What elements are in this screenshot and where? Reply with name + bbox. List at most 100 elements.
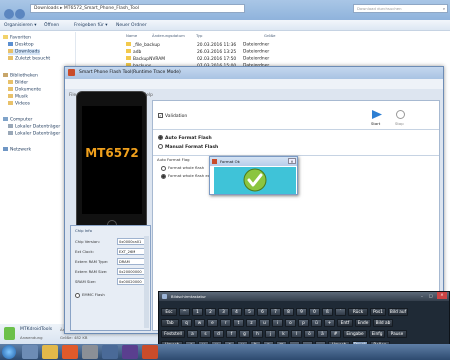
key-0-5[interactable]: 4 xyxy=(231,308,242,316)
address-bar[interactable]: Downloads ▸ MT6572_Smart_Phone_Flash_Too… xyxy=(30,4,245,13)
key-2-7[interactable]: j xyxy=(265,330,276,338)
key-2-6[interactable]: h xyxy=(252,330,263,338)
key-1-8[interactable]: i xyxy=(272,319,283,327)
key-2-11[interactable]: ä xyxy=(317,330,328,338)
open-button[interactable]: Öffnen xyxy=(44,23,59,28)
sidebar-item-videos[interactable]: Videos xyxy=(8,101,30,107)
sidebar-item-drive-d[interactable]: Lokaler Datenträger xyxy=(8,131,60,137)
key-0-1[interactable]: ^ xyxy=(179,308,190,316)
key-1-15[interactable]: Bild ab xyxy=(373,319,393,327)
taskbar-flashtool-icon[interactable] xyxy=(142,345,158,359)
new-folder-button[interactable]: Neuer Ordner xyxy=(116,23,147,28)
close-button[interactable]: ✕ xyxy=(437,292,447,299)
col-type[interactable]: Typ xyxy=(196,33,202,38)
maximize-button[interactable]: □ xyxy=(429,293,433,298)
breadcrumb-folder[interactable]: MT6572_Smart_Phone_Flash_Tool xyxy=(64,6,139,11)
key-1-6[interactable]: z xyxy=(246,319,257,327)
stop-button[interactable]: Stop xyxy=(393,110,409,128)
key-2-3[interactable]: d xyxy=(213,330,224,338)
key-0-8[interactable]: 7 xyxy=(270,308,281,316)
key-2-12[interactable]: # xyxy=(330,330,341,338)
key-2-10[interactable]: ö xyxy=(304,330,315,338)
key-1-7[interactable]: u xyxy=(259,319,270,327)
taskbar-app-icon[interactable] xyxy=(122,345,138,359)
sidebar-item-desktop[interactable]: Desktop xyxy=(8,42,34,48)
key-0-14[interactable]: Rück xyxy=(348,308,368,316)
chip-scrollbar[interactable] xyxy=(144,236,149,328)
key-1-4[interactable]: r xyxy=(220,319,231,327)
key-1-13[interactable]: Entf xyxy=(337,319,353,327)
key-0-6[interactable]: 5 xyxy=(244,308,255,316)
taskbar-explorer-icon[interactable] xyxy=(42,345,58,359)
forward-icon[interactable] xyxy=(15,9,25,19)
key-0-9[interactable]: 8 xyxy=(283,308,294,316)
auto-format-radio[interactable]: Auto Format Flash xyxy=(158,135,212,141)
file-row[interactable]: _file_backup 20.03.2016 11:36 Dateiordner xyxy=(126,42,269,48)
back-icon[interactable] xyxy=(4,9,14,19)
minimize-button[interactable]: – xyxy=(421,293,423,298)
key-0-0[interactable]: Esc xyxy=(161,308,177,316)
close-button[interactable]: ✕ xyxy=(288,158,296,164)
key-1-11[interactable]: ü xyxy=(311,319,322,327)
key-2-2[interactable]: s xyxy=(200,330,211,338)
sidebar-computer[interactable]: Computer xyxy=(3,117,32,123)
osk-titlebar[interactable]: Bildschirmtastatur – □ ✕ xyxy=(159,292,449,301)
start-orb-icon[interactable] xyxy=(2,345,16,359)
key-0-11[interactable]: 0 xyxy=(309,308,320,316)
key-2-14[interactable]: Einfg xyxy=(369,330,385,338)
key-1-9[interactable]: o xyxy=(285,319,296,327)
key-2-9[interactable]: l xyxy=(291,330,302,338)
key-2-13[interactable]: Eingabe xyxy=(343,330,367,338)
key-0-3[interactable]: 2 xyxy=(205,308,216,316)
sidebar-item-documents[interactable]: Dokumente xyxy=(8,87,41,93)
col-date[interactable]: Änderungsdatum xyxy=(152,33,185,38)
share-button[interactable]: Freigeben für ▾ xyxy=(74,23,108,28)
key-0-7[interactable]: 6 xyxy=(257,308,268,316)
col-name[interactable]: Name xyxy=(126,33,137,38)
taskbar-app-icon[interactable] xyxy=(82,345,98,359)
flash-tool-titlebar[interactable]: Smart Phone Flash Tool(Runtime Trace Mod… xyxy=(65,67,443,79)
key-1-12[interactable]: + xyxy=(324,319,335,327)
key-2-5[interactable]: g xyxy=(239,330,250,338)
sidebar-item-downloads[interactable]: Downloads xyxy=(8,49,40,55)
organize-button[interactable]: Organisieren ▾ xyxy=(4,23,36,28)
key-1-0[interactable]: Tab xyxy=(161,319,179,327)
key-0-12[interactable]: ß xyxy=(322,308,333,316)
breadcrumb-downloads[interactable]: Downloads xyxy=(34,6,59,11)
sidebar-item-recent[interactable]: Zuletzt besucht xyxy=(8,56,50,62)
flag-whole-flash-radio[interactable]: Format whole flash xyxy=(161,165,204,171)
key-0-4[interactable]: 3 xyxy=(218,308,229,316)
file-row[interactable]: adb 26.03.2016 13:25 Dateiordner xyxy=(126,49,269,55)
key-2-8[interactable]: k xyxy=(278,330,289,338)
key-1-10[interactable]: p xyxy=(298,319,309,327)
key-1-1[interactable]: q xyxy=(181,319,192,327)
key-0-15[interactable]: Pos1 xyxy=(370,308,386,316)
key-0-13[interactable]: ´ xyxy=(335,308,346,316)
search-input[interactable]: Download durchsuchen ⌕ xyxy=(353,4,448,13)
key-0-2[interactable]: 1 xyxy=(192,308,203,316)
start-button[interactable]: Start xyxy=(369,110,385,128)
key-1-5[interactable]: t xyxy=(233,319,244,327)
key-2-15[interactable]: Pause xyxy=(387,330,407,338)
sidebar-favorites[interactable]: Favoriten xyxy=(3,35,31,41)
col-size[interactable]: Größe xyxy=(264,33,275,38)
sidebar-item-drive-c[interactable]: Lokaler Datenträger xyxy=(8,124,60,130)
manual-format-radio[interactable]: Manual Format Flash xyxy=(158,144,218,150)
taskbar-firefox-icon[interactable] xyxy=(62,345,78,359)
key-2-0[interactable]: Feststell xyxy=(161,330,185,338)
key-0-10[interactable]: 9 xyxy=(296,308,307,316)
taskbar-ie-icon[interactable] xyxy=(22,345,38,359)
sidebar-libraries[interactable]: Bibliotheken xyxy=(3,73,38,79)
sidebar-item-pictures[interactable]: Bilder xyxy=(8,80,28,86)
validation-checkbox[interactable]: ✓ Validation xyxy=(158,113,187,119)
key-1-14[interactable]: Ende xyxy=(355,319,371,327)
taskbar-app-icon[interactable] xyxy=(102,345,118,359)
key-0-16[interactable]: Bild auf xyxy=(388,308,408,316)
dialog-titlebar[interactable]: Format Ok ✕ xyxy=(210,157,297,166)
key-2-1[interactable]: a xyxy=(187,330,198,338)
sidebar-network[interactable]: Netzwerk xyxy=(3,147,31,153)
key-1-3[interactable]: e xyxy=(207,319,218,327)
key-2-4[interactable]: f xyxy=(226,330,237,338)
file-row[interactable]: BackupNVRAM 02.03.2016 17:50 Dateiordner xyxy=(126,56,269,62)
sidebar-item-music[interactable]: Musik xyxy=(8,94,28,100)
